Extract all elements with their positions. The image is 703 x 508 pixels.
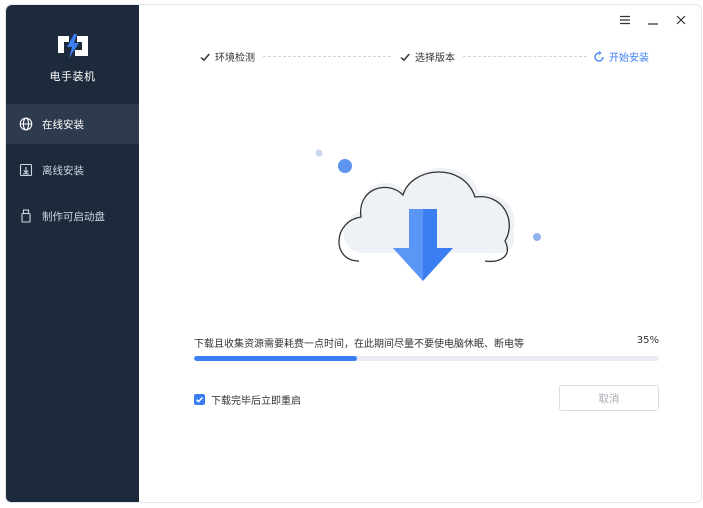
- step-label: 开始安装: [609, 53, 649, 64]
- step-select-version: 选择版本: [399, 49, 455, 64]
- check-icon: [399, 51, 411, 63]
- step-connector: [463, 56, 587, 57]
- sidebar-item-offline-install[interactable]: 离线安装: [6, 150, 139, 190]
- app-logo-icon: [57, 34, 88, 58]
- download-progress-bar: [194, 356, 659, 361]
- offline-download-icon: [19, 163, 33, 177]
- restart-option: 下载完毕后立即重启: [194, 392, 301, 407]
- progress-message: 下载且收集资源需要耗费一点时间，在此期间尽量不要使电脑休眠、断电等: [194, 339, 524, 350]
- restart-label: 下载完毕后立即重启: [211, 396, 301, 407]
- globe-icon: [19, 117, 33, 131]
- step-indicator: 环境检测 选择版本 开始安装: [199, 49, 659, 65]
- app-title: 电手装机: [49, 70, 96, 83]
- step-start-install: 开始安装: [593, 49, 649, 64]
- progress-percent: 35%: [636, 335, 659, 346]
- sidebar-item-online-install[interactable]: 在线安装: [6, 104, 139, 144]
- installer-window: 电手装机 在线安装 离线安装 制作可启动盘 环境检测 选择版本 开始安装 下载且…: [5, 4, 702, 503]
- menu-icon: [620, 15, 630, 25]
- step-environment-check: 环境检测: [199, 49, 255, 64]
- sidebar-item-make-bootable-disk[interactable]: 制作可启动盘: [6, 196, 139, 236]
- progress-bar-fill: [194, 356, 357, 361]
- sidebar-item-label: 离线安装: [42, 164, 84, 177]
- close-button[interactable]: [667, 9, 695, 31]
- check-icon: [199, 51, 211, 63]
- sidebar-item-label: 在线安装: [42, 118, 84, 131]
- minimize-icon: [648, 23, 658, 25]
- step-connector: [263, 56, 391, 57]
- close-icon: [676, 15, 686, 25]
- loading-spinner-icon: [593, 50, 605, 63]
- sidebar-item-label: 制作可启动盘: [42, 210, 105, 223]
- restart-checkbox[interactable]: [194, 394, 205, 405]
- sidebar-nav: 在线安装 离线安装 制作可启动盘: [6, 104, 139, 242]
- cloud-download-illustration: [315, 149, 541, 281]
- step-label: 环境检测: [215, 53, 255, 64]
- step-label: 选择版本: [415, 53, 455, 64]
- usb-drive-icon: [19, 209, 33, 223]
- app-logo: 电手装机: [6, 33, 139, 84]
- window-controls: [611, 9, 695, 31]
- menu-button[interactable]: [611, 9, 639, 31]
- sidebar: 电手装机 在线安装 离线安装 制作可启动盘: [6, 5, 139, 502]
- check-icon: [196, 396, 204, 403]
- cancel-button[interactable]: 取消: [559, 385, 659, 411]
- minimize-button[interactable]: [639, 9, 667, 31]
